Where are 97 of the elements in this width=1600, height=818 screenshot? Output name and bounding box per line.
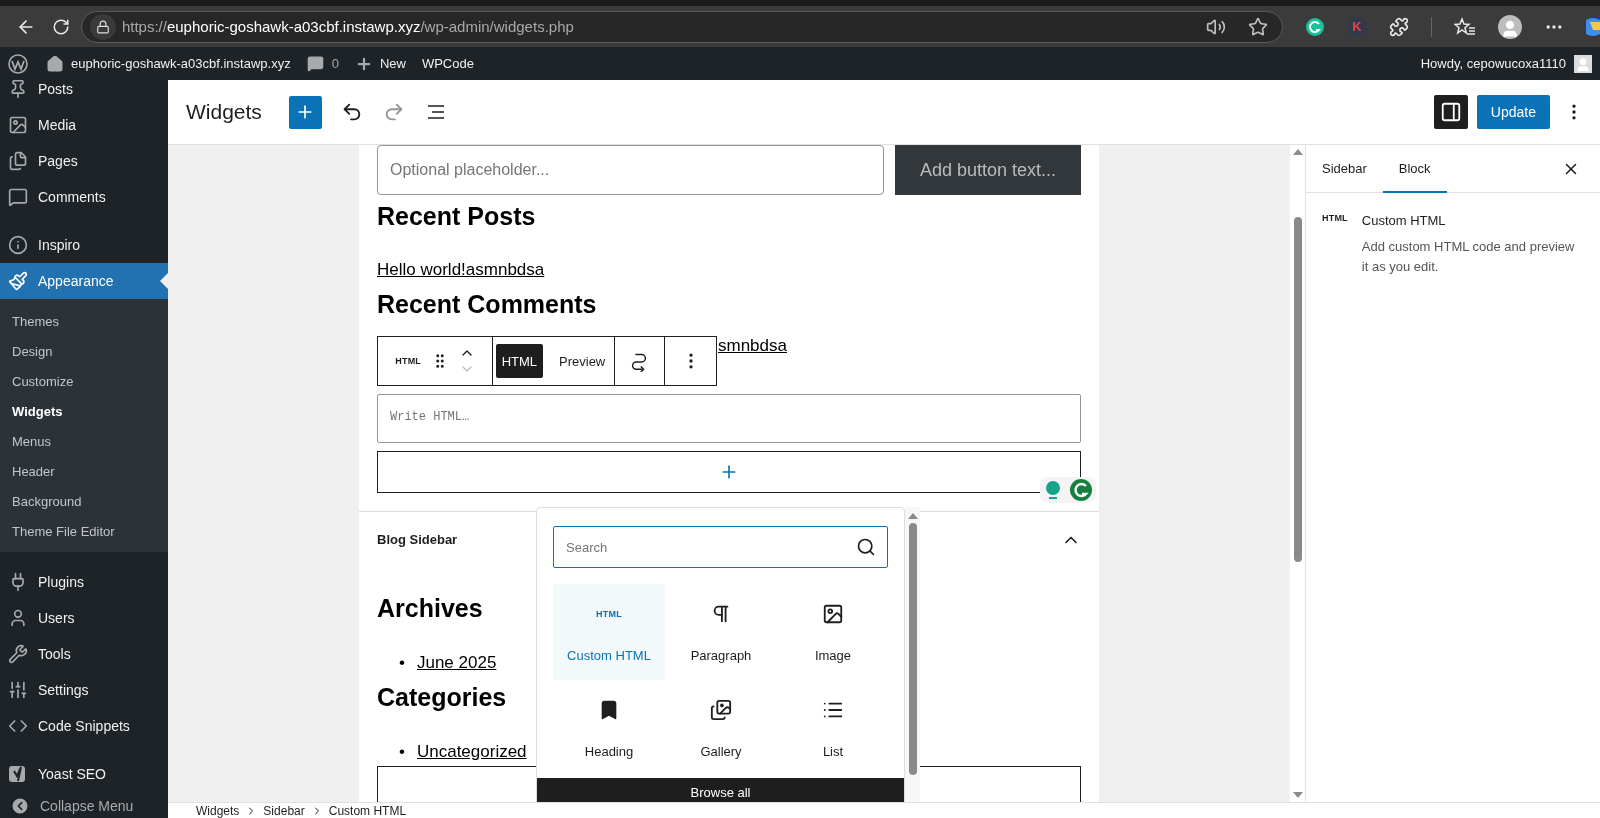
reload-icon — [51, 17, 70, 36]
person-icon — [8, 608, 28, 628]
widget-heading: Recent Posts — [377, 201, 536, 231]
menu-item[interactable]: Yoast SEO — [0, 756, 168, 792]
block-type-icon: HTML — [596, 608, 622, 619]
block-appender-button[interactable] — [377, 451, 1081, 493]
menu-item[interactable]: Code Snippets — [0, 708, 168, 744]
bullet-marker: • — [399, 742, 405, 762]
block-type-icon: HTML — [395, 356, 422, 366]
add-block-button[interactable] — [288, 95, 322, 129]
block-type-item[interactable]: Gallery — [665, 680, 777, 776]
block-type-icon: HTML — [1322, 213, 1348, 277]
profile-avatar[interactable] — [1498, 14, 1522, 39]
paintbrush-icon — [8, 271, 28, 291]
breadcrumb-link[interactable]: Sidebar — [263, 803, 305, 818]
panel-tab[interactable]: Block — [1382, 145, 1447, 193]
widget-heading: Categories — [377, 682, 507, 712]
menu-item[interactable]: Pages — [0, 143, 168, 179]
menu-item[interactable]: Users — [0, 600, 168, 636]
block-type-item[interactable]: Heading — [553, 680, 665, 776]
shield-logo-icon — [8, 764, 28, 784]
html-input-field[interactable]: Write HTML… — [377, 394, 1081, 443]
settings-toggle[interactable] — [1433, 95, 1468, 129]
gallery-icon — [710, 698, 732, 721]
info-icon — [8, 235, 28, 255]
account-link[interactable]: Howdy, cepowucoxa1110 — [1420, 56, 1566, 71]
submenu-item[interactable]: Widgets — [0, 396, 168, 426]
submenu-item[interactable]: Design — [0, 336, 168, 366]
breadcrumb-link[interactable]: Custom HTML — [328, 803, 407, 818]
submenu-item[interactable]: Customize — [0, 366, 168, 396]
media-icon — [8, 115, 28, 135]
logo-icon[interactable] — [8, 53, 28, 74]
panel-tab[interactable]: Sidebar — [1306, 145, 1383, 193]
widget-heading: Archives — [377, 593, 483, 623]
breadcrumb-link[interactable]: Widgets — [196, 803, 240, 818]
panel-icon — [1439, 101, 1462, 123]
submenu-item[interactable]: Header — [0, 456, 168, 486]
person-icon — [1575, 56, 1591, 73]
browse-all-button[interactable]: Browse all — [537, 778, 904, 802]
archive-link[interactable]: Uncategorized — [416, 742, 527, 762]
block-type-item[interactable]: Paragraph — [665, 584, 777, 680]
search-widget-field[interactable]: Optional placeholder... — [377, 145, 884, 195]
speaker-icon[interactable] — [1206, 16, 1226, 37]
menu-item[interactable]: Settings — [0, 672, 168, 708]
archive-link[interactable]: June 2025 — [416, 653, 497, 673]
menu-item[interactable]: Posts — [0, 80, 168, 107]
lock-icon — [95, 19, 110, 34]
block-type-item[interactable]: Image — [777, 584, 889, 680]
scrollbar[interactable] — [905, 507, 920, 802]
submenu-item[interactable]: Menus — [0, 426, 168, 456]
post-link[interactable]: Hello world!asmnbdsa — [377, 260, 545, 280]
house-icon — [46, 54, 64, 73]
block-search-field[interactable]: Search — [553, 526, 888, 568]
page-title: Widgets — [186, 100, 262, 124]
update-button[interactable]: Update — [1476, 95, 1550, 129]
submenu-item[interactable]: Theme File Editor — [0, 516, 168, 546]
sparkle-app-icon[interactable] — [1586, 15, 1600, 38]
submenu-item[interactable]: Background — [0, 486, 168, 516]
speech-bubble-icon — [8, 187, 28, 207]
url-text: https://euphoric-goshawk-a03cbf.instawp.xyz/wp-admin/widgets.php — [121, 18, 575, 35]
mode-tab[interactable]: HTML — [495, 344, 543, 378]
person-icon — [1500, 18, 1520, 39]
new-link[interactable]: New — [354, 54, 406, 73]
wrench-icon — [8, 644, 28, 664]
circle-extension-icon[interactable] — [1305, 16, 1325, 37]
submenu-item[interactable]: Themes — [0, 306, 168, 336]
menu-item[interactable]: Appearance — [0, 263, 168, 299]
writing-assistant-drawing[interactable] — [1039, 476, 1097, 504]
menu-item[interactable]: Tools — [0, 636, 168, 672]
menu-item[interactable]: Media — [0, 107, 168, 143]
collapse-menu-button[interactable]: Collapse Menu — [0, 794, 168, 818]
extensions-icon[interactable] — [1389, 16, 1409, 37]
search-icon — [856, 537, 876, 557]
mode-tab[interactable]: Preview — [553, 344, 612, 378]
widget-heading: Recent Comments — [377, 289, 597, 319]
site-name-link[interactable]: euphoric-goshawk-a03cbf.instawp.xyz — [46, 54, 291, 73]
block-description: Add custom HTML code and preview it as you edit. — [1361, 238, 1576, 276]
search-widget-button[interactable]: Add button text... — [895, 145, 1081, 195]
block-type-item[interactable]: HTML Custom HTML — [553, 584, 665, 680]
block-title: Custom HTML — [1361, 213, 1447, 228]
menu-item[interactable]: Plugins — [0, 564, 168, 600]
sliders-icon — [8, 680, 28, 700]
address-bar[interactable]: https://euphoric-goshawk-a03cbf.instawp.xyz/wp-admin/widgets.php — [80, 10, 1283, 43]
bullet-marker: • — [399, 653, 405, 673]
user-avatar[interactable] — [1574, 54, 1592, 73]
plugin-link[interactable]: WPCode — [421, 56, 474, 71]
favorites-icon[interactable] — [1454, 16, 1476, 37]
star-icon[interactable] — [1248, 16, 1268, 37]
comments-link[interactable]: 0 — [306, 55, 339, 72]
speech-bubble-icon — [306, 55, 324, 72]
menu-item[interactable]: Inspiro — [0, 227, 168, 263]
image-icon — [822, 602, 844, 625]
block-type-item[interactable]: List — [777, 680, 889, 776]
menu-item[interactable]: Comments — [0, 179, 168, 215]
pages-icon — [8, 151, 28, 171]
comment-link[interactable]: smnbdsa — [718, 336, 787, 356]
pin-icon — [8, 80, 28, 99]
